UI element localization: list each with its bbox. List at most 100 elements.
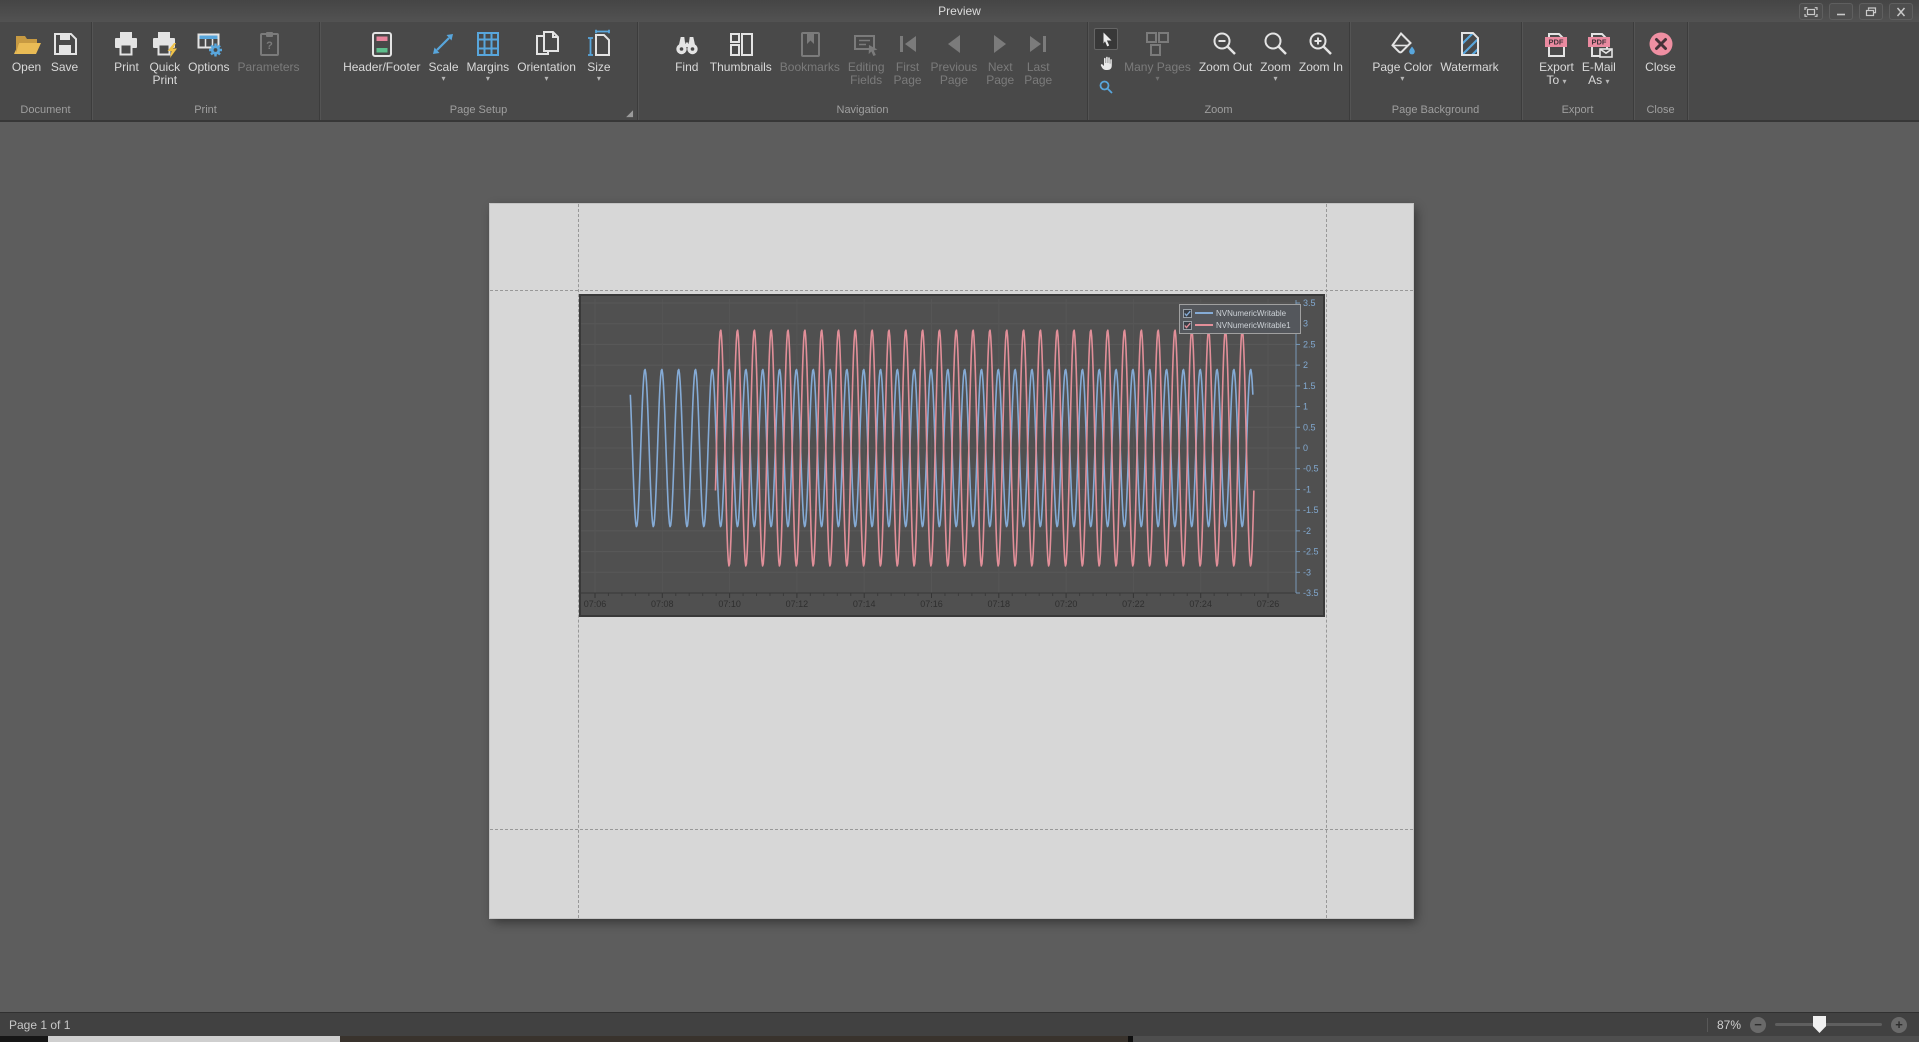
watermark-button[interactable]: Watermark [1436,24,1502,103]
find-binoculars-icon [672,27,702,61]
find-button[interactable]: Find [668,24,706,103]
svg-text:07:18: 07:18 [988,599,1011,609]
zoom-slider-thumb[interactable] [1813,1016,1826,1033]
pointer-icon [1098,31,1114,47]
printer-icon [111,27,141,61]
ribbon-group-export: PDF Export To ▾ PDF E-Mail As ▾ Export [1522,22,1634,120]
dropdown-arrow-icon: ▾ [1606,77,1610,86]
hand-tool-button[interactable] [1094,52,1118,74]
save-button[interactable]: Save [46,24,84,103]
ribbon-empty-space [1688,22,1919,120]
restore-button[interactable] [1859,3,1883,20]
size-icon [584,27,614,61]
email-as-button[interactable]: PDF E-Mail As ▾ [1578,24,1620,103]
page-setup-dialog-launcher[interactable]: ◢ [626,109,633,118]
svg-text:07:10: 07:10 [718,599,741,609]
chart: 07:0607:0807:1007:1207:1407:1607:1807:20… [579,294,1325,617]
editing-fields-icon [851,27,881,61]
svg-text:1.5: 1.5 [1303,381,1316,391]
svg-text:-3.5: -3.5 [1303,588,1319,598]
group-label-navigation: Navigation [638,103,1087,120]
header-footer-button[interactable]: Header/Footer [339,24,424,103]
svg-text:?: ? [266,40,273,52]
magnifier-icon [1098,79,1114,95]
print-button[interactable]: Print [107,24,145,103]
close-window-button[interactable] [1889,3,1913,20]
zoom-button[interactable]: Zoom ▾ [1256,24,1295,103]
size-button[interactable]: Size ▾ [580,24,618,103]
zoom-slider[interactable] [1775,1023,1882,1026]
svg-text:3.5: 3.5 [1303,298,1316,308]
pointer-tool-button[interactable] [1094,28,1118,50]
svg-text:07:22: 07:22 [1122,599,1145,609]
ribbon-group-close: Close Close [1634,22,1688,120]
close-circle-icon [1646,27,1676,61]
svg-text:-2: -2 [1303,526,1311,536]
hand-icon [1098,55,1114,71]
quick-print-icon [150,27,180,61]
preview-canvas[interactable]: 07:0607:0807:1007:1207:1407:1607:1807:20… [0,122,1919,1012]
zoom-out-slider-button[interactable]: − [1750,1017,1766,1033]
export-to-button[interactable]: PDF Export To ▾ [1535,24,1578,103]
titlebar: Preview [0,0,1919,22]
email-pdf-icon: PDF [1584,27,1614,61]
page-color-icon [1387,27,1417,61]
margins-icon [473,27,503,61]
scale-button[interactable]: Scale ▾ [424,24,462,103]
group-label-zoom: Zoom [1088,103,1349,120]
dropdown-arrow-icon: ▾ [1274,74,1278,83]
zoom-in-slider-button[interactable]: + [1891,1017,1907,1033]
open-folder-icon [12,27,42,61]
zoom-out-icon [1210,27,1240,61]
status-bar: Page 1 of 1 87% − + [0,1012,1919,1036]
minimize-button[interactable] [1829,3,1853,20]
orientation-button[interactable]: Orientation ▾ [513,24,580,103]
thumbnails-button[interactable]: Thumbnails [706,24,776,103]
fit-window-button[interactable] [1799,3,1823,20]
svg-text:3: 3 [1303,319,1308,329]
magnifier-tool-button[interactable] [1094,76,1118,98]
svg-text:07:06: 07:06 [584,599,607,609]
group-label-close: Close [1634,103,1687,120]
zoom-in-button[interactable]: Zoom In [1295,24,1347,103]
svg-text:PDF: PDF [1549,38,1564,47]
document-page: 07:0607:0807:1007:1207:1407:1607:1807:20… [490,204,1413,918]
many-pages-icon [1142,27,1172,61]
page-color-button[interactable]: Page Color ▾ [1368,24,1436,103]
window-controls [1799,3,1913,20]
series1-checkbox[interactable] [1183,309,1192,318]
group-label-page-background: Page Background [1350,103,1521,120]
zoom-out-button[interactable]: Zoom Out [1195,24,1256,103]
fit-screen-icon [1804,7,1818,17]
next-page-button: Next Page [981,24,1019,103]
zoom-percent-label: 87% [1717,1018,1741,1032]
svg-text:07:26: 07:26 [1257,599,1280,609]
options-button[interactable]: Options [184,24,233,103]
close-preview-button[interactable]: Close [1641,24,1680,103]
dropdown-arrow-icon: ▾ [1400,74,1404,83]
restore-icon [1864,7,1878,17]
options-icon [194,27,224,61]
margins-button[interactable]: Margins ▾ [463,24,514,103]
many-pages-button: Many Pages ▾ [1120,24,1195,103]
chart-plot-area: 07:0607:0807:1007:1207:1407:1607:1807:20… [581,296,1323,615]
minus-icon: − [1754,1018,1762,1032]
ribbon-group-navigation: Find Thumbnails Bookmarks [638,22,1088,120]
svg-text:07:16: 07:16 [920,599,943,609]
series2-checkbox[interactable] [1183,321,1192,330]
orientation-icon [532,27,562,61]
legend-item: NVNumericWritable [1183,307,1297,319]
first-page-button: First Page [889,24,927,103]
zoom-magnifier-icon [1261,27,1291,61]
svg-text:2.5: 2.5 [1303,339,1316,349]
dropdown-arrow-icon: ▾ [441,74,445,83]
preview-window: Preview Open [0,0,1919,1042]
series1-name: NVNumericWritable [1216,309,1286,318]
quick-print-button[interactable]: Quick Print [145,24,184,103]
last-page-icon [1023,27,1053,61]
statusbar-separator [1707,1018,1708,1032]
svg-text:-3: -3 [1303,567,1311,577]
svg-text:-1: -1 [1303,484,1311,494]
open-button[interactable]: Open [8,24,46,103]
zoom-tools-column [1090,24,1120,103]
